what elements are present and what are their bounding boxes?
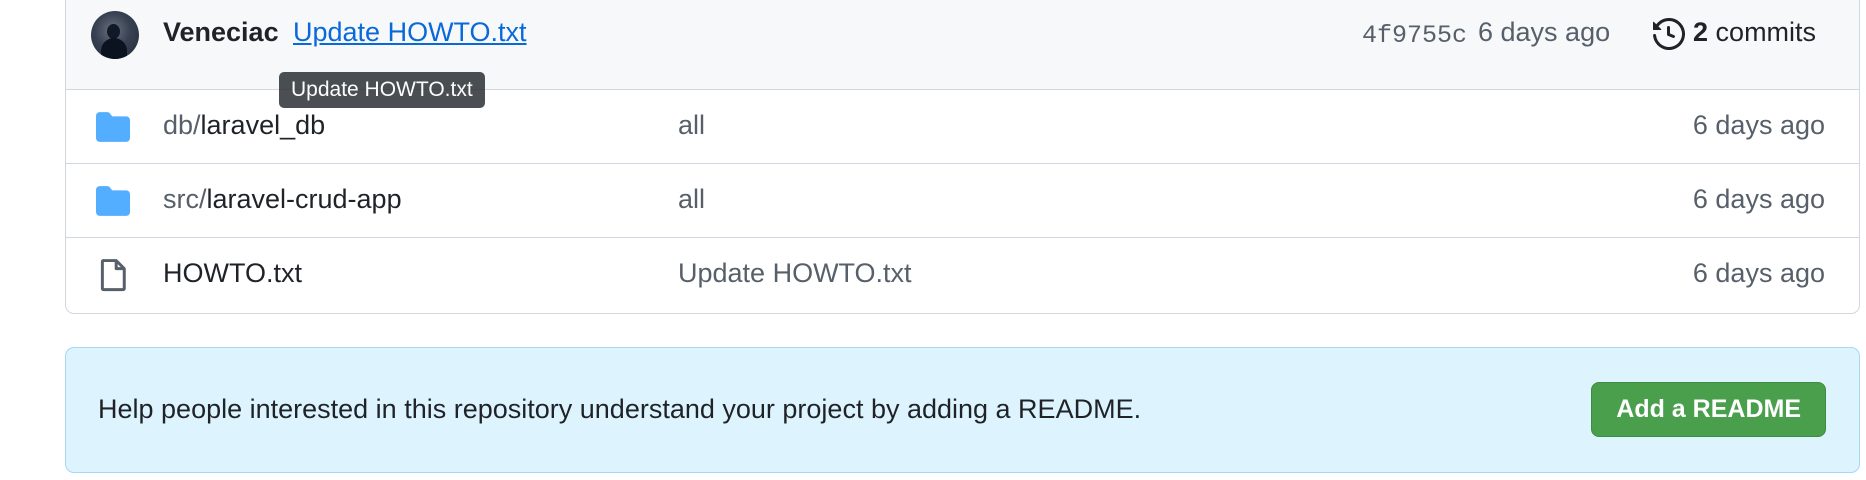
folder-icon: [96, 186, 130, 216]
commit-message-link[interactable]: Update HOWTO.txt: [293, 17, 527, 48]
commit-count: 2: [1693, 17, 1709, 47]
commit-time: 6 days ago: [1478, 17, 1611, 47]
file-time: 6 days ago: [1692, 258, 1825, 288]
list-item[interactable]: src/laravel-crud-app all 6 days ago: [66, 164, 1859, 238]
list-item[interactable]: HOWTO.txt Update HOWTO.txt 6 days ago: [66, 238, 1859, 312]
file-time: 6 days ago: [1692, 110, 1825, 140]
avatar-head: [107, 24, 120, 39]
file-name-link[interactable]: src/laravel-crud-app: [163, 184, 402, 215]
file-icon: [100, 259, 126, 292]
file-commit-message[interactable]: Update HOWTO.txt: [678, 258, 912, 289]
file-name-link[interactable]: db/laravel_db: [163, 110, 325, 141]
readme-banner-text: Help people interested in this repositor…: [98, 394, 1142, 424]
directory-name: laravel-crud-app: [206, 184, 402, 214]
readme-banner: Help people interested in this repositor…: [65, 347, 1860, 473]
commit-hash[interactable]: 4f9755c: [1362, 21, 1467, 50]
folder-icon: [96, 112, 130, 142]
directory-prefix: src/: [163, 184, 207, 214]
history-icon[interactable]: [1653, 18, 1685, 50]
avatar-body: [101, 38, 127, 59]
file-name-link[interactable]: HOWTO.txt: [163, 258, 302, 289]
avatar[interactable]: [91, 11, 139, 59]
tooltip: Update HOWTO.txt: [279, 72, 485, 108]
directory-prefix: db/: [163, 110, 201, 140]
file-commit-message[interactable]: all: [678, 110, 705, 141]
file-time: 6 days ago: [1692, 184, 1825, 214]
commits-link[interactable]: 2 commits: [1693, 17, 1816, 48]
file-browser: Veneciac Update HOWTO.txt 4f9755c 6 days…: [65, 0, 1860, 314]
commit-author[interactable]: Veneciac: [163, 17, 279, 48]
add-readme-button[interactable]: Add a README: [1591, 382, 1826, 437]
directory-name: laravel_db: [200, 110, 326, 140]
file-commit-message[interactable]: all: [678, 184, 705, 215]
commits-label: commits: [1715, 17, 1817, 47]
